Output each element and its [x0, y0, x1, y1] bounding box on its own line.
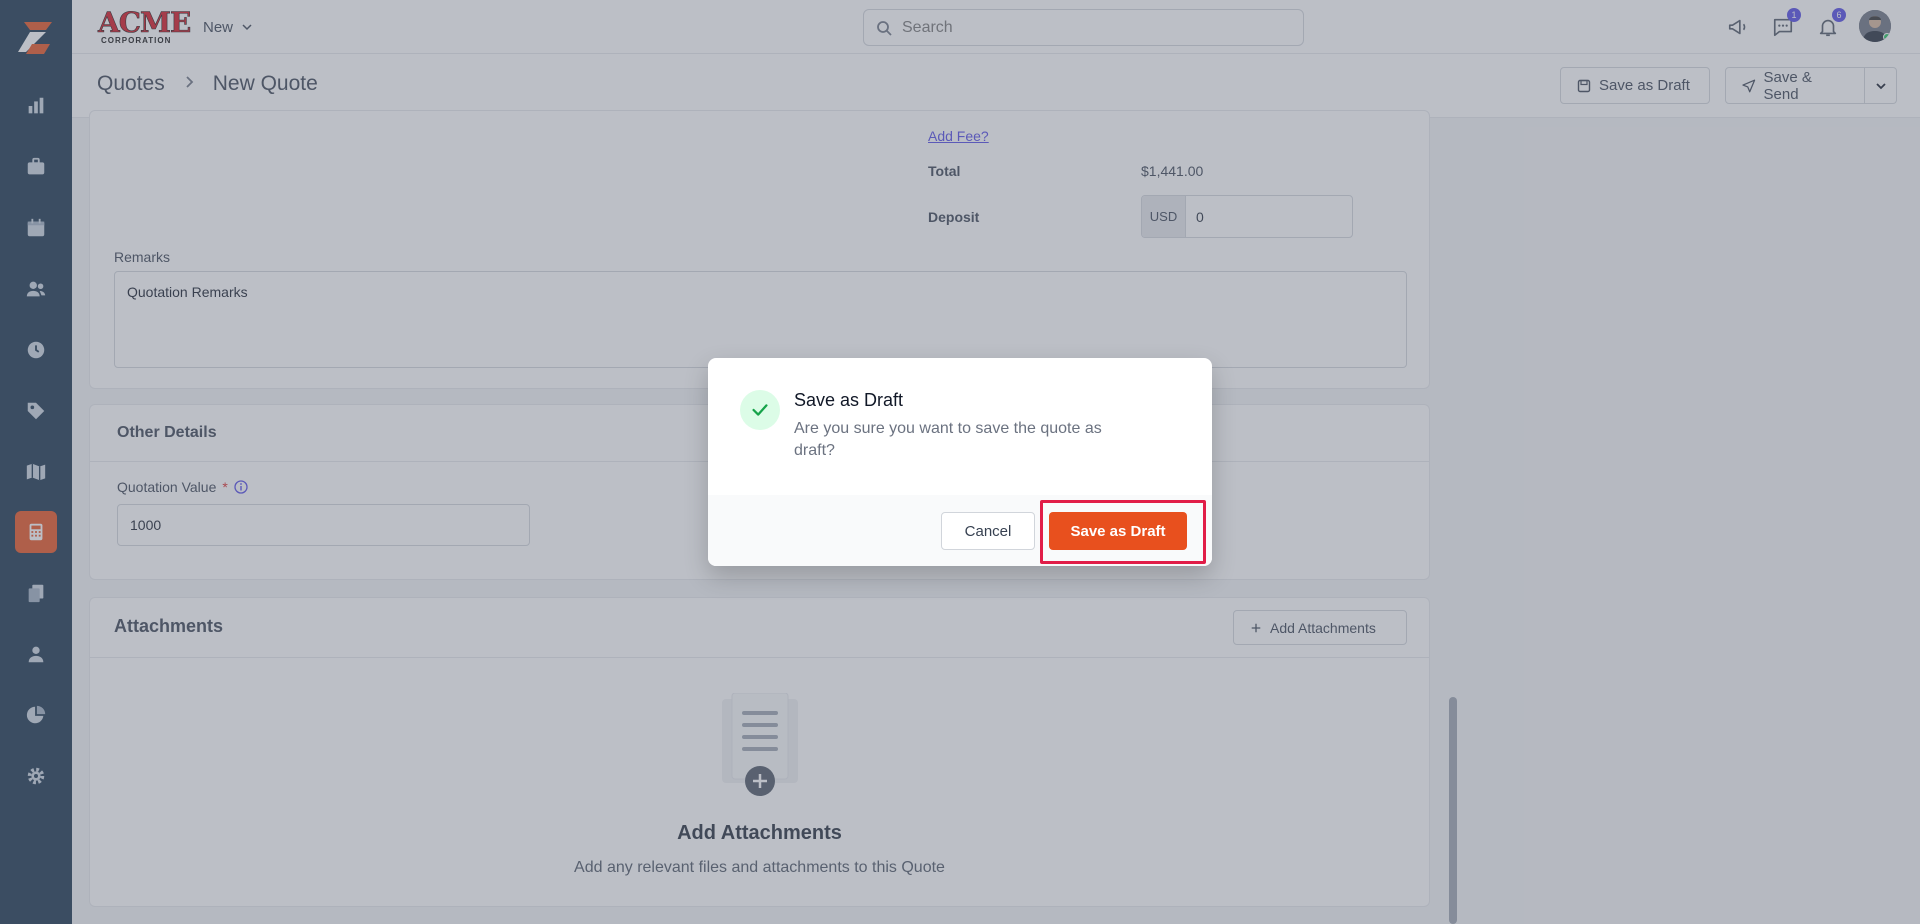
- dialog-title: Save as Draft: [794, 390, 904, 410]
- success-icon-badge: [740, 390, 780, 430]
- highlight-box: [1040, 500, 1206, 564]
- dialog-message: Are you sure you want to save the quote …: [794, 420, 1102, 459]
- check-icon: [752, 404, 768, 416]
- cancel-button[interactable]: Cancel: [941, 512, 1035, 550]
